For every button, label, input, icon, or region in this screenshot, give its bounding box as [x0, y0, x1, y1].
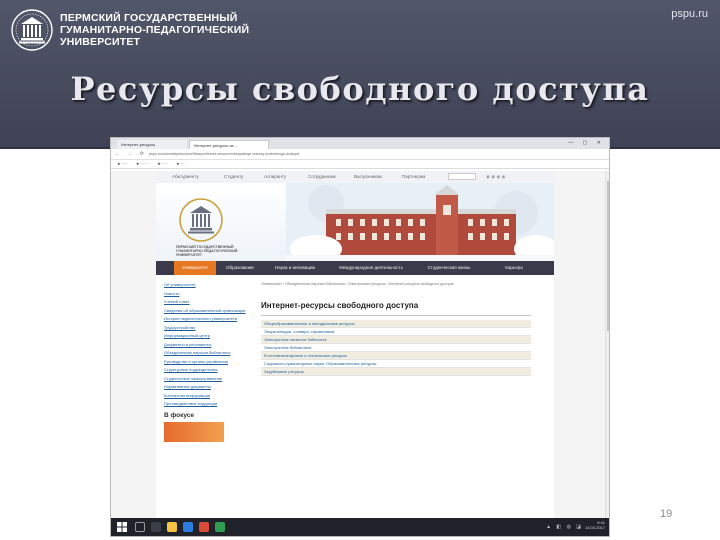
- top-nav-item[interactable]: Студенту: [224, 171, 243, 183]
- browser-viewport: Абитуриенту Студенту Аспиранту Сотрудник…: [111, 171, 609, 520]
- main-nav-item[interactable]: Образование: [218, 261, 262, 275]
- university-name-line-3: УНИВЕРСИТЕТ: [60, 36, 141, 48]
- clock-date: 13.03.2017: [584, 525, 605, 530]
- sidebar-link[interactable]: Трудоустройство: [164, 325, 249, 330]
- top-nav-item[interactable]: Абитуриенту: [172, 171, 199, 183]
- window-controls[interactable]: — ▢ ✕: [568, 140, 605, 146]
- sidebar-link[interactable]: Учёный совет: [164, 299, 249, 304]
- app-icon[interactable]: [215, 522, 225, 532]
- site-url: pspu.ru: [671, 8, 708, 20]
- main-nav-item[interactable]: Карьера: [492, 261, 536, 275]
- main-nav-item[interactable]: Студенческая жизнь: [416, 261, 482, 275]
- site-university-name-line: УНИВЕРСИТЕТ: [176, 253, 202, 257]
- site-sidebar: Об университете Новости Учёный совет Све…: [164, 282, 249, 442]
- browser-screenshot: Интернет-ресурсы Интернет-ресурсы св... …: [110, 137, 610, 537]
- bookmark-item[interactable]: ★ ····: [176, 162, 186, 166]
- title-divider: [261, 315, 531, 316]
- page-title: Интернет-ресурсы свободного доступа: [261, 301, 419, 310]
- focus-banner-image[interactable]: [164, 422, 224, 442]
- top-nav-item[interactable]: Выпускникам: [354, 171, 382, 183]
- university-name-line-1: ПЕРМСКИЙ ГОСУДАРСТВЕННЫЙ: [60, 12, 238, 24]
- url-field[interactable]: pspu.ru/university/structure/library/int…: [145, 151, 565, 158]
- browser-nav-buttons[interactable]: ← → ⟳: [115, 151, 147, 157]
- slide-title: Ресурсы свободного доступа: [70, 70, 650, 108]
- browser-app-icon[interactable]: [183, 522, 193, 532]
- sidebar-link[interactable]: Контактная информация: [164, 393, 249, 398]
- scrollbar-thumb[interactable]: [607, 181, 609, 331]
- site-top-nav: Абитуриенту Студенту Аспиранту Сотрудник…: [156, 171, 554, 183]
- app-icon[interactable]: [199, 522, 209, 532]
- resource-link[interactable]: Общеобразовательные и методические ресур…: [261, 320, 531, 328]
- sidebar-link[interactable]: Сведения об образовательной организации: [164, 308, 249, 313]
- sidebar-link[interactable]: Противодействие коррупции: [164, 401, 249, 406]
- university-name: ПЕРМСКИЙ ГОСУДАРСТВЕННЫЙ ГУМАНИТАРНО-ПЕД…: [60, 12, 249, 48]
- top-nav-item[interactable]: Партнерам: [402, 171, 425, 183]
- sidebar-link[interactable]: Студенческое самоуправление: [164, 376, 249, 381]
- sidebar-link[interactable]: Новости: [164, 291, 249, 296]
- website-page: Абитуриенту Студенту Аспиранту Сотрудник…: [156, 171, 554, 520]
- site-search-input[interactable]: [448, 173, 476, 180]
- windows-taskbar: ▲ ◧ ◍ ◪ 9:41 13.03.2017: [111, 518, 609, 536]
- site-university-name: ПЕРМСКИЙ ГОСУДАРСТВЕННЫЙ ГУМАНИТАРНО-ПЕД…: [176, 245, 276, 257]
- clock[interactable]: 9:41 13.03.2017: [585, 520, 605, 530]
- main-nav-item[interactable]: Международная деятельность: [328, 261, 414, 275]
- university-name-line-2: ГУМАНИТАРНО-ПЕДАГОГИЧЕСКИЙ: [60, 24, 250, 36]
- bookmark-item[interactable]: ★ ·····: [117, 162, 128, 166]
- main-nav-item-active[interactable]: Университет: [174, 261, 216, 275]
- main-nav-item[interactable]: Наука и инновации: [264, 261, 326, 275]
- resource-link[interactable]: Электронные каталоги библиотек: [261, 336, 531, 344]
- resource-link[interactable]: Зарубежные ресурсы: [261, 368, 531, 376]
- university-logo-icon: [11, 9, 53, 51]
- breadcrumb[interactable]: Университет › Объединенная научная библи…: [261, 282, 546, 287]
- sidebar-link[interactable]: История педагогического университета: [164, 316, 249, 321]
- address-bar: ← → ⟳ pspu.ru/university/structure/libra…: [111, 149, 609, 160]
- system-tray-icons[interactable]: ▲ ◧ ◍ ◪: [546, 524, 583, 530]
- resource-link[interactable]: Социально-гуманитарные науки. Образовате…: [261, 360, 531, 368]
- sidebar-link[interactable]: Об университете: [164, 282, 249, 287]
- university-building-image: [286, 183, 554, 261]
- page-scrollbar[interactable]: [605, 171, 609, 520]
- sidebar-link[interactable]: Нормативные документы: [164, 384, 249, 389]
- resource-list: Общеобразовательные и методические ресур…: [261, 320, 531, 376]
- focus-heading: В фокусе: [164, 412, 195, 419]
- resource-link[interactable]: Естественнонаучные и технические ресурсы: [261, 352, 531, 360]
- sidebar-link[interactable]: Документы и регламенты: [164, 342, 249, 347]
- site-hero: ПЕРМСКИЙ ГОСУДАРСТВЕННЫЙ ГУМАНИТАРНО-ПЕД…: [156, 183, 554, 261]
- social-icons[interactable]: ◉ ◉ ◉ ◉: [486, 171, 505, 183]
- bookmarks-bar: ★ ····· ★ ······· ★ ····· ★ ····: [111, 160, 609, 169]
- top-nav-item[interactable]: Сотрудникам: [308, 171, 336, 183]
- site-content: Университет › Объединенная научная библи…: [261, 282, 546, 376]
- resource-link[interactable]: Электронные библиотеки: [261, 344, 531, 352]
- bookmark-item[interactable]: ★ ·······: [136, 162, 149, 166]
- windows-start-icon[interactable]: [117, 522, 127, 532]
- browser-tab-bar: Интернет-ресурсы Интернет-ресурсы св... …: [111, 138, 609, 149]
- task-view-icon[interactable]: [151, 522, 161, 532]
- sidebar-link[interactable]: Руководство и органы управления: [164, 359, 249, 364]
- browser-tab[interactable]: Интернет-ресурсы: [117, 140, 187, 149]
- top-nav-item[interactable]: Аспиранту: [264, 171, 286, 183]
- file-explorer-icon[interactable]: [167, 522, 177, 532]
- sidebar-link[interactable]: Структурные подразделения: [164, 367, 249, 372]
- browser-tab-active[interactable]: Интернет-ресурсы св...: [189, 140, 269, 149]
- resource-link[interactable]: Энциклопедии, словари, справочники: [261, 328, 531, 336]
- bookmark-item[interactable]: ★ ·····: [157, 162, 168, 166]
- sidebar-link[interactable]: Объединенная научная библиотека: [164, 350, 249, 355]
- slide-page-number: 19: [660, 508, 673, 520]
- search-icon[interactable]: [135, 522, 145, 532]
- slide-header: ПЕРМСКИЙ ГОСУДАРСТВЕННЫЙ ГУМАНИТАРНО-ПЕД…: [0, 0, 720, 148]
- sidebar-link[interactable]: Информационный центр: [164, 333, 249, 338]
- site-logo-icon[interactable]: [178, 197, 224, 243]
- site-main-nav: Университет Образование Наука и инноваци…: [156, 261, 554, 275]
